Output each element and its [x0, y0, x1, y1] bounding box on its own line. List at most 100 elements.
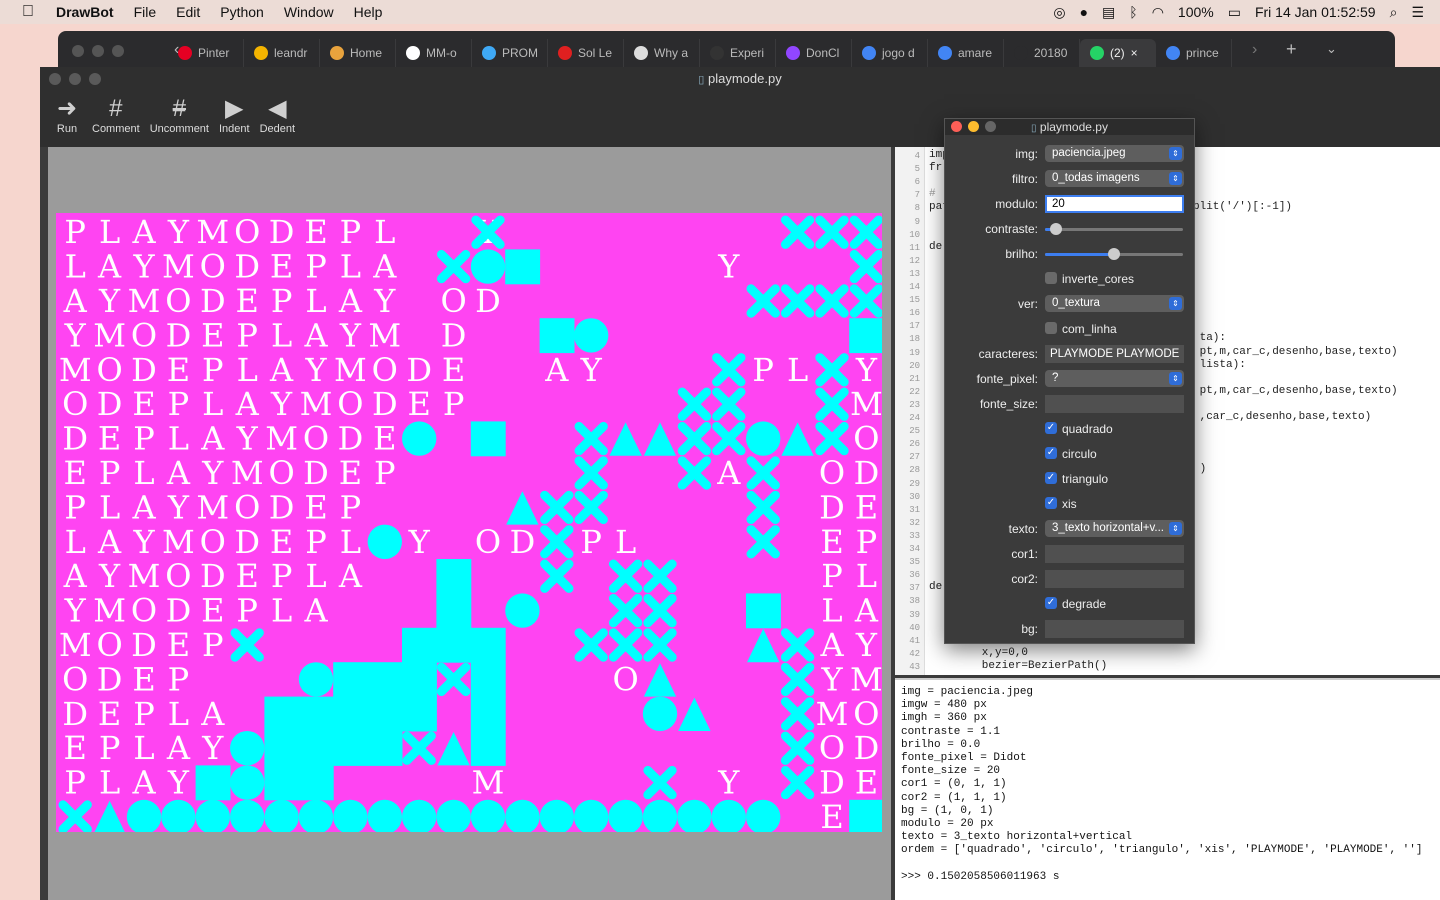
square-shape — [367, 696, 403, 732]
menu-window[interactable]: Window — [284, 4, 334, 20]
line-number: 15 — [909, 295, 920, 306]
dedent-icon: ◀ — [268, 95, 287, 122]
minimize-icon[interactable] — [92, 45, 104, 57]
status-circle-icon[interactable]: ● — [1080, 4, 1088, 20]
creative-cloud-icon[interactable]: ◎ — [1053, 4, 1065, 21]
canvas-letter: E — [339, 454, 362, 492]
checkbox-xis[interactable]: ✓ — [1045, 497, 1057, 509]
x-shape — [746, 456, 780, 490]
field-label: fonte_pixel: — [976, 372, 1038, 386]
browser-tab[interactable]: DonCl — [776, 39, 852, 67]
toolbar-indent-button[interactable]: ▶ Indent — [219, 95, 250, 135]
browser-tab[interactable]: jogo d — [852, 39, 928, 67]
slider-knob[interactable] — [1050, 223, 1063, 235]
battery-percent[interactable]: 100% — [1178, 4, 1214, 20]
line-number: 32 — [909, 517, 920, 528]
tabs-scroll-right-icon[interactable]: › — [1252, 41, 1257, 59]
browser-tab[interactable]: Sol Le — [548, 39, 624, 67]
line-number: 27 — [909, 452, 920, 463]
input-cor2[interactable] — [1045, 570, 1184, 588]
canvas-letter: L — [787, 351, 808, 389]
control-center-icon[interactable]: ☰ — [1411, 4, 1424, 21]
canvas-letter: O — [131, 592, 157, 630]
canvas-letter: O — [165, 557, 191, 595]
canvas-area[interactable]: PLAYMODEPLYLAYMODEPLAAYMODEPLAYODYMODEPL… — [48, 147, 891, 900]
input-cor1[interactable] — [1045, 545, 1184, 563]
canvas-letter: Y — [64, 316, 87, 354]
document-icon: ▯ — [1031, 123, 1037, 134]
x-shape — [780, 731, 815, 765]
clock[interactable]: Fri 14 Jan 01:52:59 — [1255, 4, 1376, 20]
menu-edit[interactable]: Edit — [176, 4, 200, 20]
browser-tab[interactable]: Why a — [624, 39, 700, 67]
tab-list-icon[interactable]: ⌄ — [1326, 41, 1337, 57]
checkbox-triangulo[interactable]: ✓ — [1045, 472, 1057, 484]
canvas-letter: P — [340, 213, 362, 251]
canvas-letter: Y — [132, 523, 155, 561]
toolbar-uncomment-button[interactable]: # Uncomment — [150, 95, 209, 135]
new-tab-icon[interactable]: + — [1286, 39, 1297, 60]
browser-tab[interactable]: Experi — [700, 39, 776, 67]
browser-tab[interactable]: 20180 — [1004, 39, 1080, 67]
console-line: >>> 0.1502058506011963 s — [901, 870, 1060, 883]
close-icon[interactable] — [72, 45, 84, 57]
select-filtro[interactable]: 0_todas imagens ⇕ — [1045, 170, 1184, 187]
toolbar-comment-button[interactable]: # Comment — [92, 95, 140, 135]
minimize-icon[interactable] — [968, 121, 979, 132]
toolbar-run-button[interactable]: ➜ Run — [52, 95, 82, 135]
indent-icon: ▶ — [225, 95, 244, 122]
menu-help[interactable]: Help — [354, 4, 383, 20]
drawing-canvas[interactable]: PLAYMODEPLYLAYMODEPLAAYMODEPLAYODYMODEPL… — [56, 213, 882, 832]
select-fonte_pixel[interactable]: ? ⇕ — [1045, 370, 1184, 387]
input-bg[interactable] — [1045, 620, 1184, 638]
select-ver[interactable]: 0_textura ⇕ — [1045, 295, 1184, 312]
canvas-letter: L — [374, 213, 395, 251]
x-shape — [712, 353, 746, 387]
bluetooth-icon[interactable]: ᛒ — [1129, 4, 1137, 20]
browser-tab[interactable]: prince — [1156, 39, 1232, 67]
checkbox-com_linha[interactable] — [1045, 322, 1057, 334]
canvas-letter: A — [372, 248, 397, 286]
browser-tab[interactable]: PROM — [472, 39, 548, 67]
input-fonte_size[interactable] — [1045, 395, 1184, 413]
slider-brilho[interactable] — [1045, 248, 1183, 260]
browser-tab[interactable]: amare — [928, 39, 1004, 67]
input-caracteres[interactable]: PLAYMODE PLAYMODE — [1045, 345, 1184, 363]
wifi-icon[interactable]: ◠ — [1152, 4, 1164, 21]
menu-app-name[interactable]: DrawBot — [56, 4, 114, 20]
output-console[interactable]: img = paciencia.jpeg imgw = 480 px imgh = … — [895, 678, 1440, 900]
browser-tab[interactable]: Home — [320, 39, 396, 67]
field-label: cor2: — [1011, 572, 1038, 586]
menu-file[interactable]: File — [134, 4, 157, 20]
checkbox-circulo[interactable]: ✓ — [1045, 447, 1057, 459]
slider-contraste[interactable] — [1045, 223, 1183, 235]
battery-icon[interactable]: ▭ — [1228, 4, 1241, 21]
checkbox-degrade[interactable]: ✓ — [1045, 597, 1057, 609]
close-icon[interactable]: × — [1131, 46, 1138, 60]
select-img[interactable]: paciencia.jpeg ⇕ — [1045, 145, 1184, 162]
search-icon[interactable]: ⌕ — [1390, 4, 1398, 21]
checkbox-quadrado[interactable]: ✓ — [1045, 422, 1057, 434]
checkbox-inverte_cores[interactable] — [1045, 272, 1057, 284]
canvas-letter: E — [132, 660, 155, 698]
zoom-icon[interactable] — [112, 45, 124, 57]
console-line: img = paciencia.jpeg — [901, 686, 1034, 698]
apple-icon[interactable]:  — [0, 3, 56, 21]
browser-tab[interactable]: leandr — [244, 39, 320, 67]
canvas-letter: P — [133, 420, 155, 458]
canvas-letter: O — [131, 316, 157, 354]
slider-knob[interactable] — [1108, 248, 1120, 260]
close-icon[interactable] — [951, 121, 962, 132]
toolbar-dedent-button[interactable]: ◀ Dedent — [260, 95, 295, 135]
zoom-icon[interactable] — [985, 121, 996, 132]
tab-title: 20180 — [1034, 46, 1068, 60]
menu-python[interactable]: Python — [220, 4, 264, 20]
browser-tab[interactable]: (2) × — [1080, 39, 1156, 67]
square-shape — [470, 627, 506, 663]
keyboard-icon[interactable]: ▤ — [1102, 4, 1115, 21]
select-texto[interactable]: 3_texto horizontal+v... ⇕ — [1045, 520, 1184, 537]
browser-tab[interactable]: MM-o — [396, 39, 472, 67]
input-modulo[interactable]: 20 — [1045, 195, 1184, 213]
canvas-letter: O — [200, 248, 226, 286]
browser-tab[interactable]: Pinter — [168, 39, 244, 67]
